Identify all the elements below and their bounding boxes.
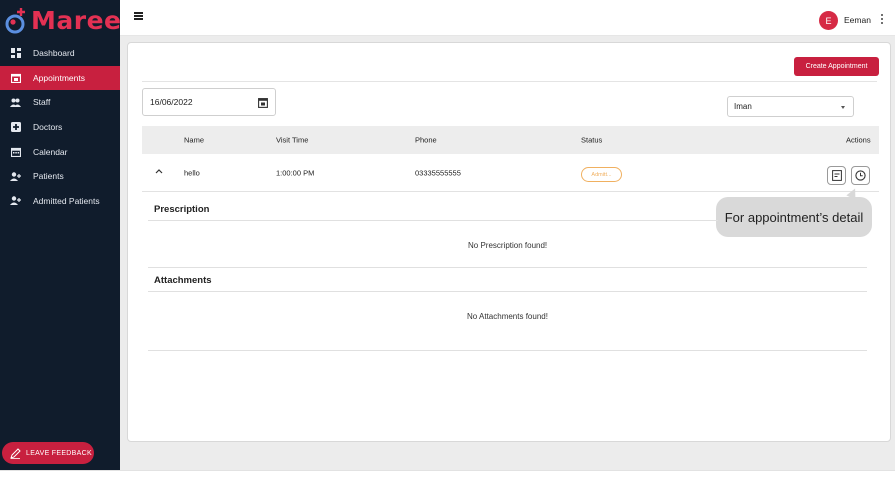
more-options-icon[interactable] bbox=[881, 14, 884, 26]
divider bbox=[148, 267, 867, 268]
sidebar-item-label: Appointments bbox=[33, 72, 85, 83]
bottom-strip bbox=[0, 470, 895, 481]
calendar-icon bbox=[10, 146, 21, 157]
chevron-down-icon bbox=[841, 106, 845, 109]
status-badge: Admitt... bbox=[581, 167, 622, 182]
avatar[interactable]: E bbox=[819, 11, 838, 30]
pencil-icon bbox=[10, 447, 21, 459]
cell-phone: 03335555555 bbox=[415, 168, 461, 177]
sidebar-item-label: Calendar bbox=[33, 146, 68, 157]
sidebar-item-calendar[interactable]: Calendar bbox=[0, 139, 120, 164]
sidebar-item-dashboard[interactable]: Dashboard bbox=[0, 41, 120, 66]
calendar-icon[interactable] bbox=[258, 97, 268, 110]
leave-feedback-button[interactable]: LEAVE FEEDBACK bbox=[2, 442, 94, 464]
doctor-select-value: Iman bbox=[734, 102, 752, 111]
column-header-phone: Phone bbox=[415, 135, 437, 145]
sidebar-item-label: Doctors bbox=[33, 122, 63, 133]
top-bar: E Eeman bbox=[120, 0, 895, 36]
column-header-actions: Actions bbox=[846, 135, 871, 145]
table-header: Name Visit Time Phone Status Actions bbox=[142, 126, 879, 154]
leave-feedback-label: LEAVE FEEDBACK bbox=[26, 449, 92, 457]
divider bbox=[142, 81, 877, 82]
sidebar: Mareez Dashboard Appointments Staff Doct… bbox=[0, 0, 136, 470]
sidebar-nav: Dashboard Appointments Staff Doctors Cal… bbox=[0, 41, 120, 213]
cell-name: hello bbox=[184, 168, 200, 177]
create-appointment-button[interactable]: Create Appointment bbox=[794, 57, 879, 76]
person-add-icon bbox=[10, 195, 21, 206]
tooltip: For appointment’s detail bbox=[716, 197, 872, 237]
user-name[interactable]: Eeman bbox=[844, 15, 871, 25]
date-value: 16/06/2022 bbox=[150, 97, 193, 107]
menu-icon[interactable] bbox=[134, 12, 143, 20]
divider bbox=[148, 220, 718, 221]
person-add-icon bbox=[10, 171, 21, 182]
attachments-heading: Attachments bbox=[154, 275, 212, 286]
sidebar-item-label: Dashboard bbox=[33, 48, 75, 59]
sidebar-item-label: Staff bbox=[33, 97, 51, 108]
medical-plus-icon bbox=[10, 122, 21, 133]
doctor-select[interactable]: Iman bbox=[727, 96, 854, 117]
dashboard-icon bbox=[10, 48, 21, 59]
prescription-empty-message: No Prescription found! bbox=[468, 241, 548, 250]
clock-icon bbox=[855, 170, 866, 181]
logo-mark-icon bbox=[5, 8, 25, 34]
calendar-check-icon bbox=[10, 72, 21, 83]
document-icon bbox=[831, 170, 842, 181]
column-header-name: Name bbox=[184, 135, 205, 145]
column-header-status: Status bbox=[581, 135, 603, 145]
date-picker-field[interactable]: 16/06/2022 bbox=[142, 88, 276, 116]
column-header-visit-time: Visit Time bbox=[276, 135, 309, 145]
sidebar-item-doctors[interactable]: Doctors bbox=[0, 115, 120, 140]
divider bbox=[148, 291, 867, 292]
chevron-up-icon[interactable] bbox=[155, 168, 163, 174]
appointment-history-button[interactable] bbox=[851, 166, 870, 185]
table-row[interactable]: hello 1:00:00 PM 03335555555 Admitt... bbox=[142, 154, 879, 192]
sidebar-item-patients[interactable]: Patients bbox=[0, 164, 120, 189]
sidebar-item-admitted-patients[interactable]: Admitted Patients bbox=[0, 189, 120, 214]
prescription-heading: Prescription bbox=[154, 204, 210, 215]
cell-visit-time: 1:00:00 PM bbox=[276, 168, 315, 177]
sidebar-item-label: Patients bbox=[33, 171, 64, 182]
sidebar-item-label: Admitted Patients bbox=[33, 195, 100, 206]
sidebar-item-staff[interactable]: Staff bbox=[0, 90, 120, 115]
view-detail-button[interactable] bbox=[827, 166, 846, 185]
attachments-empty-message: No Attachments found! bbox=[467, 312, 548, 321]
divider bbox=[148, 350, 867, 351]
people-icon bbox=[10, 97, 21, 108]
app-logo[interactable]: Mareez bbox=[4, 4, 137, 36]
sidebar-item-appointments[interactable]: Appointments bbox=[0, 65, 120, 91]
